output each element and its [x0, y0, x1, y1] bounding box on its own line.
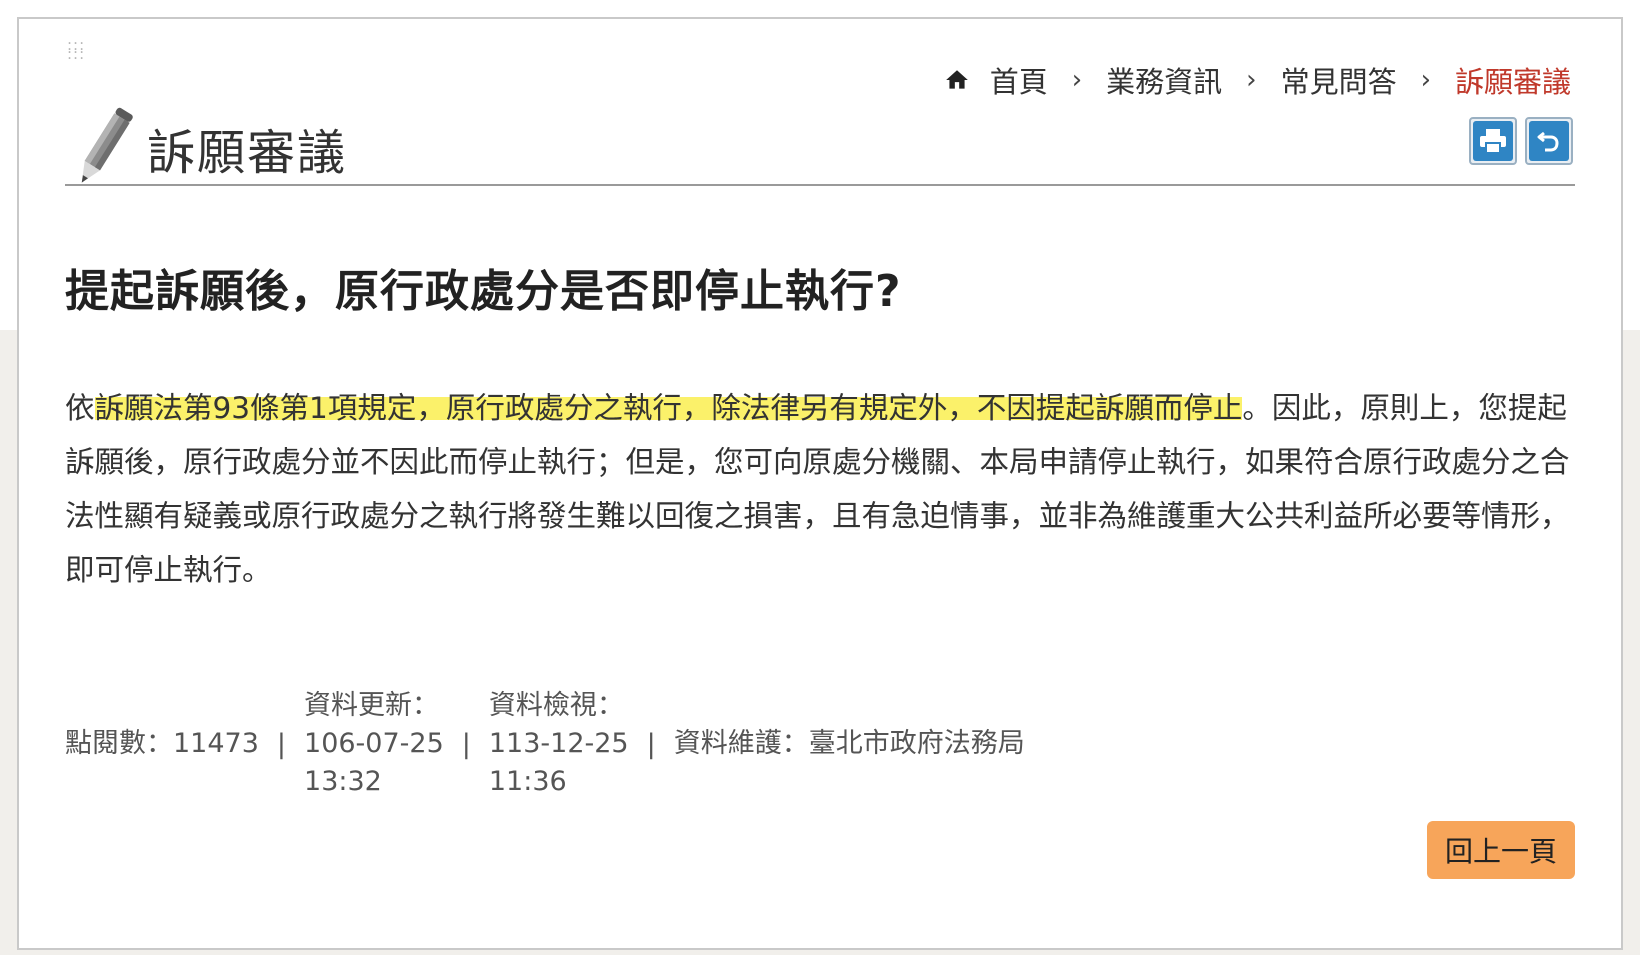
maintainer-info: 資料維護：臺北市政府法務局: [673, 728, 1025, 759]
page-meta: 點閱數：11473 | 資料更新： 106-07-25 13:32 | 資料檢視…: [65, 687, 1025, 801]
updated-info: 資料更新： 106-07-25 13:32: [304, 687, 444, 801]
print-icon: [1480, 129, 1506, 154]
breadcrumb-separator: ›: [1420, 65, 1431, 95]
back-button[interactable]: 回上一頁: [1427, 821, 1575, 879]
updated-label: 資料更新：: [304, 690, 440, 721]
answer-text: 依訴願法第93條第1項規定，原行政處分之執行，除法律另有規定外，不因提起訴願而停…: [65, 381, 1585, 597]
reviewed-label: 資料檢視：: [488, 690, 624, 721]
reviewed-info: 資料檢視： 113-12-25 11:36: [489, 687, 629, 801]
return-button[interactable]: [1525, 117, 1573, 165]
breadcrumb-separator: ›: [1246, 65, 1257, 95]
updated-date: 106-07-25: [304, 728, 444, 759]
toolbar: [1469, 117, 1573, 165]
breadcrumb-separator: ›: [1071, 65, 1083, 95]
page-header: 訴願審議: [69, 97, 347, 197]
breadcrumb-current[interactable]: 訴願審議: [1455, 59, 1571, 101]
return-icon: [1537, 131, 1559, 152]
page-title: 訴願審議: [147, 125, 348, 181]
answer-highlight: 訴願法第93條第1項規定，原行政處分之執行，除法律另有規定外，不因提起訴願而停止: [94, 391, 1243, 425]
meta-separator: |: [276, 728, 287, 760]
breadcrumb-home-link[interactable]: 首頁: [990, 59, 1048, 101]
updated-time: 13:32: [304, 766, 382, 797]
reviewed-date: 113-12-25: [488, 728, 629, 759]
question-heading: 提起訴願後，原行政處分是否即停止執行?: [65, 266, 902, 317]
meta-separator: |: [646, 728, 656, 760]
breadcrumb-business-info-link[interactable]: 業務資訊: [1106, 59, 1222, 101]
view-count: 點閱數：11473: [65, 728, 259, 759]
answer-prefix: 依: [65, 391, 95, 425]
breadcrumb-faq-link[interactable]: 常見問答: [1281, 59, 1397, 101]
home-icon[interactable]: [944, 67, 970, 93]
breadcrumb: 首頁 › 業務資訊 › 常見問答 › 訴願審議: [944, 59, 1571, 101]
reviewed-time: 11:36: [488, 766, 567, 797]
meta-separator: |: [461, 728, 471, 760]
title-divider: [65, 184, 1575, 186]
content-card: :::::: 首頁 › 業務資訊 › 常見問答 › 訴願審議 訴願審議 提起訴願…: [17, 17, 1623, 950]
drag-handle-icon: ::::::: [67, 36, 86, 63]
pencil-icon: [81, 107, 133, 183]
print-button[interactable]: [1469, 117, 1517, 165]
